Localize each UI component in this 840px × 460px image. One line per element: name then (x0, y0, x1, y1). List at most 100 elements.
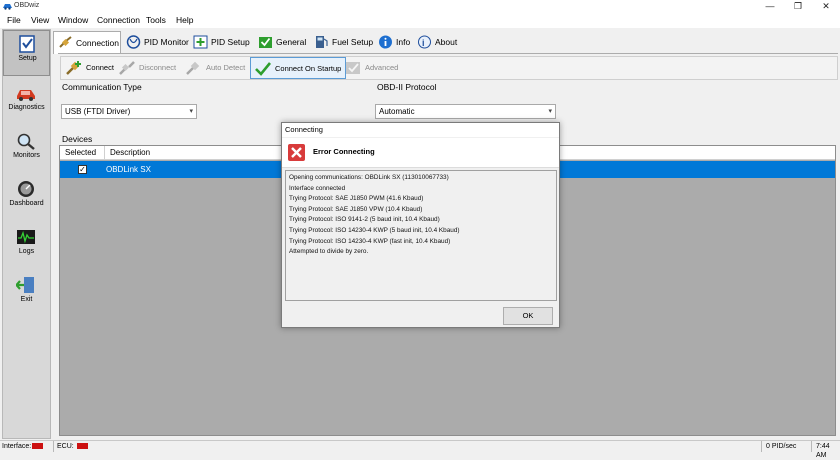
menu-connection[interactable]: Connection (94, 13, 143, 27)
nav-label-setup: Setup (18, 55, 37, 62)
gauge-icon (18, 181, 34, 197)
connect-button[interactable]: Connect (62, 57, 118, 79)
tab-label-connection: Connection (76, 38, 120, 48)
dialog-heading: Error Connecting (313, 147, 375, 156)
interface-status-indicator (32, 443, 43, 449)
row-selected-checkbox[interactable]: ✓ (78, 165, 87, 174)
tab-pid-monitor[interactable]: PID Monitor (122, 31, 193, 53)
nav-exit[interactable]: Exit (3, 272, 50, 318)
nav-setup[interactable]: Setup (3, 30, 50, 76)
window-title: OBDwiz (14, 2, 40, 9)
tab-connection[interactable]: Connection (53, 31, 121, 54)
menu-file[interactable]: File (4, 13, 24, 27)
obd-protocol-value: Automatic (379, 107, 415, 116)
disconnect-button[interactable]: Disconnect (115, 57, 180, 79)
connect-on-startup-label: Connect On Startup (275, 64, 342, 73)
status-separator (761, 441, 762, 452)
menu-view[interactable]: View (28, 13, 52, 27)
tab-label-about: About (435, 37, 458, 47)
dialog-title: Connecting (285, 125, 323, 134)
auto-detect-label: Auto Detect (206, 63, 246, 72)
log-line: Trying Protocol: SAE J1850 PWM (41.6 Kba… (289, 195, 424, 203)
chevron-down-icon: ▾ (548, 108, 552, 115)
log-line: Trying Protocol: ISO 14230-4 KWP (fast i… (289, 237, 451, 245)
auto-detect-button[interactable]: Auto Detect (182, 57, 249, 79)
tab-label-pid-setup: PID Setup (211, 37, 250, 47)
waveform-icon (17, 230, 35, 244)
checkbook-icon (259, 37, 272, 48)
obdwiz-app-icon (3, 4, 12, 10)
magnifier-icon (17, 133, 35, 150)
connection-log: Opening communications: OBDLink SX (1130… (285, 170, 557, 301)
status-separator (53, 441, 54, 452)
row-description: OBDLink SX (106, 165, 151, 174)
nav-label-logs: Logs (18, 248, 35, 255)
checklist-icon (19, 35, 35, 53)
chevron-down-icon: ▾ (189, 108, 193, 115)
advanced-button[interactable]: Advanced (341, 57, 402, 79)
nav-dashboard[interactable]: Dashboard (3, 176, 50, 222)
tab-label-fuel-setup: Fuel Setup (332, 37, 374, 47)
stethoscope-icon (126, 35, 141, 49)
obd-protocol-select[interactable]: Automatic ▾ (375, 104, 556, 119)
dialog-title-bar[interactable] (282, 123, 559, 137)
obd-protocol-label: OBD-II Protocol (377, 82, 437, 92)
column-header-description[interactable]: Description (106, 146, 150, 160)
nav-logs[interactable]: Logs (3, 224, 50, 270)
log-line: Trying Protocol: SAE J1850 VPW (10.4 Kba… (289, 205, 423, 213)
communication-type-value: USB (FTDI Driver) (65, 107, 131, 116)
connection-icon (59, 36, 72, 48)
log-line: Interface connected (289, 184, 346, 192)
minimize-button[interactable]: — (756, 0, 784, 12)
ecu-status-label: ECU: (57, 443, 74, 450)
advanced-checkbook-icon (346, 62, 360, 74)
car-icon (17, 90, 35, 101)
log-line: Attempted to divide by zero. (289, 248, 369, 256)
ok-button[interactable]: OK (503, 307, 553, 325)
devices-label: Devices (62, 134, 93, 144)
communication-type-select[interactable]: USB (FTDI Driver) ▾ (61, 104, 197, 119)
log-line: Opening communications: OBDLink SX (1130… (289, 174, 449, 181)
tab-general[interactable]: General (254, 31, 310, 53)
status-separator (811, 441, 812, 452)
nav-label-monitors: Monitors (13, 152, 40, 159)
restore-button[interactable]: ❐ (784, 0, 812, 12)
nav-monitors[interactable]: Monitors (3, 128, 50, 174)
title-bar[interactable] (0, 0, 840, 12)
plus-document-icon (193, 35, 208, 49)
menu-help[interactable]: Help (173, 13, 196, 27)
tab-fuel-setup[interactable]: Fuel Setup (310, 31, 377, 53)
about-icon: i (418, 35, 431, 49)
pid-rate: 0 PID/sec (766, 443, 797, 450)
menu-window[interactable]: Window (55, 13, 91, 27)
interface-status-label: Interface: (2, 443, 32, 450)
nav-label-exit: Exit (20, 296, 33, 303)
error-x-icon (288, 144, 305, 161)
communication-type-label: Communication Type (62, 82, 142, 92)
ecu-status-indicator (77, 443, 88, 449)
status-bar (0, 440, 840, 452)
fuel-icon (316, 36, 328, 48)
left-navigation: Setup Diagnostics Monitors Dashboard Log… (2, 29, 51, 439)
plug-connect-icon (66, 61, 81, 75)
nav-diagnostics[interactable]: Diagnostics (3, 80, 50, 126)
tab-about[interactable]: i About (413, 31, 461, 53)
green-check-icon (255, 62, 272, 76)
log-line: Trying Protocol: ISO 14230-4 KWP (5 baud… (289, 226, 460, 234)
tab-info[interactable]: Info (374, 31, 414, 53)
menu-tools[interactable]: Tools (143, 13, 169, 27)
tab-pid-setup[interactable]: PID Setup (189, 31, 254, 53)
exit-door-icon (16, 277, 34, 293)
tab-label-pid-monitor: PID Monitor (144, 37, 189, 47)
column-header-selected[interactable]: Selected (61, 146, 105, 160)
connect-label: Connect (86, 63, 114, 72)
disconnect-label: Disconnect (139, 63, 177, 72)
advanced-label: Advanced (365, 63, 399, 72)
nav-label-diagnostics: Diagnostics (8, 104, 45, 111)
close-button[interactable]: ✕ (812, 0, 840, 12)
nav-label-dashboard: Dashboard (9, 200, 44, 207)
tab-label-general: General (276, 37, 307, 47)
log-line: Trying Protocol: ISO 9141-2 (5 baud init… (289, 216, 440, 224)
info-icon (379, 35, 392, 49)
connect-on-startup-button[interactable]: Connect On Startup (250, 57, 347, 79)
